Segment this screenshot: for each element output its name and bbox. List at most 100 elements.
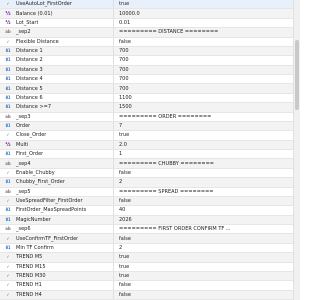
parameter-value[interactable]: 2 [114, 178, 300, 186]
parameter-name: Lot_Start [16, 19, 39, 26]
parameter-value[interactable]: 0.01 [114, 19, 300, 27]
parameter-name: Multi [16, 141, 29, 148]
parameter-name: TREND H4 [16, 291, 42, 298]
parameter-value[interactable]: 1 [114, 150, 300, 158]
parameter-value[interactable]: 700 [114, 75, 300, 83]
table-row[interactable]: ✓ TREND M30 true [0, 271, 300, 282]
table-row[interactable]: 01 Order 7 [0, 121, 300, 132]
parameter-name: Flexible Distance [16, 38, 59, 45]
parameter-name-cell: ✓ TREND M30 [0, 271, 114, 281]
parameter-name: UseSpreadFilter_FirstOrder [16, 198, 83, 205]
parameter-value[interactable]: 700 [114, 84, 300, 92]
parameter-name: TREND M30 [16, 273, 46, 280]
parameter-name: _sep5 [16, 188, 31, 195]
table-row[interactable]: 01 Min TF Confirm 2 [0, 243, 300, 254]
table-row[interactable]: ab _sep3 ========= ORDER ======== [0, 112, 300, 122]
parameter-value[interactable]: true [114, 131, 300, 139]
parameter-name-cell: ✓ TREND M5 [0, 253, 114, 262]
parameter-name: UseAutoLot_FirstOrder [16, 1, 72, 8]
table-row[interactable]: ✓ TREND M15 true [0, 262, 300, 272]
parameter-value[interactable]: 2 [114, 244, 300, 252]
parameter-name: _sep6 [16, 226, 31, 233]
table-row[interactable]: ✓ Flexible Distance false [0, 37, 300, 47]
parameter-value[interactable]: ========= CHUBBY ======== [114, 159, 300, 167]
parameter-value[interactable]: 700 [114, 56, 300, 64]
table-row[interactable]: ✓ TREND H4 false [0, 290, 300, 300]
parameter-value[interactable]: 700 [114, 47, 300, 55]
parameter-value[interactable]: true [114, 263, 300, 271]
table-row[interactable]: ✓ UseConfirmTF_FirstOrder false [0, 234, 300, 244]
parameter-value[interactable]: 2026 [114, 216, 300, 224]
table-row[interactable]: ✓ UseAutoLot_FirstOrder true [0, 0, 300, 10]
table-row[interactable]: ab _sep6 ========= FIRST ORDER CONFIRM TF … [0, 225, 300, 235]
parameter-value[interactable]: true [114, 253, 300, 261]
table-row[interactable]: ab _sep5 ========= SPREAD ======== [0, 187, 300, 197]
table-row[interactable]: 01 Distance 1 700 [0, 46, 300, 57]
parameter-name: Enable_Chubby [16, 169, 55, 176]
parameter-value[interactable]: ========= FIRST ORDER CONFIRM TF ... [114, 225, 300, 233]
table-row[interactable]: 01 Distance 4 700 [0, 75, 300, 85]
parameter-value[interactable]: false [114, 281, 300, 289]
parameter-name-cell: 01 MagicNumber [0, 215, 114, 224]
integer-type-icon: 01 [5, 104, 11, 110]
boolean-type-icon: ✓ [6, 38, 10, 44]
table-row[interactable]: 01 MagicNumber 2026 [0, 215, 300, 225]
parameter-name-cell: ✓ UseSpreadFilter_FirstOrder [0, 196, 114, 206]
table-row[interactable]: 01 Distance 2 700 [0, 56, 300, 66]
parameter-value[interactable]: 1500 [114, 103, 300, 111]
table-row[interactable]: 01 FirstOrder_MaxSpreadPoints 40 [0, 206, 300, 216]
parameter-value[interactable]: true [114, 272, 300, 280]
parameter-value[interactable]: false [114, 291, 300, 299]
boolean-type-icon: ✓ [6, 169, 10, 175]
parameter-name-cell: ab _sep6 [0, 225, 114, 234]
parameter-name: Distance 1 [16, 48, 43, 55]
parameter-value[interactable]: 2.0 [114, 141, 300, 149]
table-row[interactable]: ½ Balance (0.01) 10000.0 [0, 9, 300, 19]
vertical-scrollbar[interactable] [293, 0, 300, 300]
parameter-name: Distance >=7 [16, 104, 52, 111]
parameter-value[interactable]: true [114, 0, 300, 8]
table-row[interactable]: 01 Distance 3 700 [0, 65, 300, 75]
parameter-name-cell: ab _sep3 [0, 112, 114, 121]
boolean-type-icon: ✓ [6, 235, 10, 241]
table-row[interactable]: ab _sep4 ========= CHUBBY ======== [0, 159, 300, 169]
boolean-type-icon: ✓ [6, 263, 10, 269]
scrollbar-thumb[interactable] [295, 40, 299, 110]
parameter-name-cell: ½ Lot_Start [0, 18, 114, 28]
parameter-value[interactable]: 700 [114, 66, 300, 74]
parameter-value[interactable]: 7 [114, 122, 300, 130]
parameter-value[interactable]: ========= SPREAD ======== [114, 188, 300, 196]
parameter-value[interactable]: ========= ORDER ======== [114, 113, 300, 121]
table-row[interactable]: 01 Chubby_First_Order 2 [0, 178, 300, 188]
parameter-value[interactable]: false [114, 197, 300, 205]
table-row[interactable]: ½ Lot_Start 0.01 [0, 18, 300, 29]
parameter-name-cell: ab _sep5 [0, 187, 114, 196]
table-row[interactable]: ✓ Enable_Chubby false [0, 168, 300, 179]
parameter-name-cell: ✓ TREND H1 [0, 281, 114, 290]
parameter-name-cell: ✓ UseAutoLot_FirstOrder [0, 0, 114, 9]
string-type-icon: ab [5, 188, 11, 194]
parameter-value[interactable]: 1100 [114, 94, 300, 102]
parameter-name-cell: ✓ Enable_Chubby [0, 168, 114, 178]
parameter-value[interactable]: ========= DISTANCE ======== [114, 28, 300, 36]
table-row[interactable]: 01 Distance 6 1100 [0, 93, 300, 104]
table-row[interactable]: 01 Distance 5 700 [0, 84, 300, 94]
table-row[interactable]: ab _sep2 ========= DISTANCE ======== [0, 28, 300, 38]
table-row[interactable]: 01 Distance >=7 1500 [0, 103, 300, 113]
parameter-name-cell: 01 Distance >=7 [0, 103, 114, 112]
table-row[interactable]: ✓ TREND M5 true [0, 253, 300, 263]
parameter-value[interactable]: false [114, 38, 300, 46]
table-row[interactable]: ✓ Close_Order true [0, 131, 300, 141]
table-row[interactable]: ✓ TREND H1 false [0, 281, 300, 291]
parameter-value[interactable]: false [114, 169, 300, 177]
parameter-value[interactable]: 40 [114, 206, 300, 214]
parameter-value[interactable]: 10000.0 [114, 9, 300, 17]
parameter-name-cell: 01 Distance 5 [0, 84, 114, 93]
table-row[interactable]: ½ Multi 2.0 [0, 140, 300, 150]
table-row[interactable]: 01 First_Order 1 [0, 150, 300, 160]
parameter-name-cell: ab _sep4 [0, 159, 114, 168]
string-type-icon: ab [5, 113, 11, 119]
parameter-value[interactable]: false [114, 234, 300, 242]
parameter-name: TREND H1 [16, 282, 42, 289]
table-row[interactable]: ✓ UseSpreadFilter_FirstOrder false [0, 196, 300, 207]
